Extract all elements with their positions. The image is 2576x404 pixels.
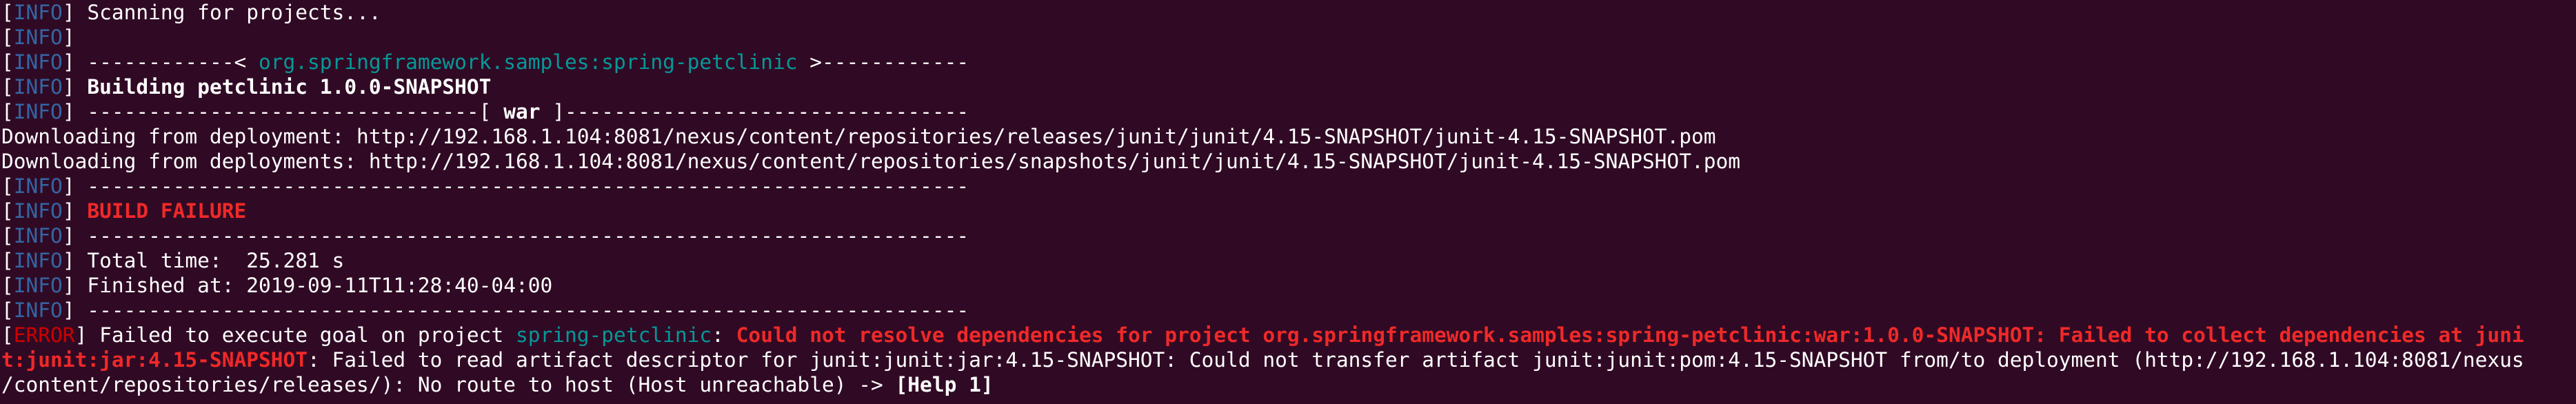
- separator-text: --------------------------------[: [74, 100, 504, 123]
- open-bracket: [: [1, 274, 14, 297]
- open-bracket: [: [1, 50, 14, 74]
- log-line: [INFO]: [0, 25, 2576, 50]
- close-bracket: ]: [62, 199, 75, 223]
- separator-text: ----------------------------------------…: [74, 224, 969, 248]
- separator-text: ]---------------------------------: [540, 100, 969, 123]
- open-bracket: [: [1, 299, 14, 322]
- close-bracket: ]: [62, 174, 75, 198]
- log-level-info: INFO: [13, 174, 63, 198]
- error-message: /content/repositories/releases/): No rou…: [1, 373, 896, 396]
- close-bracket: ]: [62, 274, 75, 297]
- total-time: Total time: 25.281 s: [74, 249, 345, 272]
- separator-text: ----------------------------------------…: [74, 299, 969, 322]
- close-bracket: ]: [62, 249, 75, 272]
- close-bracket: ]: [62, 50, 75, 74]
- download-line: Downloading from deployment: http://192.…: [0, 124, 2576, 149]
- error-detail: Could not resolve dependencies for proje…: [736, 323, 2524, 347]
- log-level-info: INFO: [13, 1, 63, 24]
- error-line-wrap: t:junit:jar:4.15-SNAPSHOT: Failed to rea…: [0, 347, 2576, 372]
- log-line: [INFO] BUILD FAILURE: [0, 199, 2576, 223]
- download-message: Downloading from deployments: http://192…: [1, 150, 1740, 173]
- close-bracket: ]: [62, 299, 75, 322]
- finished-at: Finished at: 2019-09-11T11:28:40-04:00: [74, 274, 553, 297]
- log-level-info: INFO: [13, 75, 63, 99]
- log-line: [INFO] Scanning for projects...: [0, 0, 2576, 25]
- open-bracket: [: [1, 1, 14, 24]
- open-bracket: [: [1, 100, 14, 123]
- log-level-info: INFO: [13, 199, 63, 223]
- log-level-info: INFO: [13, 100, 63, 123]
- close-bracket: ]: [62, 224, 75, 248]
- error-message: : Failed to read artifact descriptor for…: [308, 348, 2524, 372]
- error-line: [ERROR] Failed to execute goal on projec…: [0, 323, 2576, 347]
- error-message: :: [712, 323, 736, 347]
- artifact-id: org.springframework.samples:spring-petcl…: [259, 50, 798, 74]
- log-level-info: INFO: [13, 249, 63, 272]
- log-line: [INFO] ---------------------------------…: [0, 223, 2576, 248]
- log-level-error: ERROR: [13, 323, 75, 347]
- close-bracket: ]: [62, 1, 75, 24]
- log-level-info: INFO: [13, 224, 63, 248]
- separator-text: ----------------------------------------…: [74, 174, 969, 198]
- close-bracket: ]: [74, 323, 88, 347]
- log-line: [INFO] Total time: 25.281 s: [0, 248, 2576, 273]
- log-level-info: INFO: [13, 50, 63, 74]
- log-message: Scanning for projects...: [74, 1, 381, 24]
- download-line: Downloading from deployments: http://192…: [0, 149, 2576, 174]
- close-bracket: ]: [62, 75, 75, 99]
- terminal-window[interactable]: [INFO] Scanning for projects... [INFO] […: [0, 0, 2576, 404]
- log-line: [INFO] ---------------------------------…: [0, 174, 2576, 199]
- project-name: spring-petclinic: [515, 323, 712, 347]
- open-bracket: [: [1, 199, 14, 223]
- separator-text: >------------: [797, 50, 969, 74]
- error-message: Failed to execute goal on project: [87, 323, 516, 347]
- building-heading: Building petclinic 1.0.0-SNAPSHOT: [87, 75, 492, 99]
- log-level-info: INFO: [13, 299, 63, 322]
- separator-text: ------------<: [74, 50, 259, 74]
- close-bracket: ]: [62, 26, 75, 49]
- open-bracket: [: [1, 249, 14, 272]
- log-level-info: INFO: [13, 26, 63, 49]
- help-link[interactable]: [Help 1]: [896, 373, 994, 396]
- log-line: [INFO] ---------------------------------…: [0, 298, 2576, 323]
- log-line: [INFO] Building petclinic 1.0.0-SNAPSHOT: [0, 74, 2576, 99]
- open-bracket: [: [1, 174, 14, 198]
- error-line-wrap: /content/repositories/releases/): No rou…: [0, 372, 2576, 397]
- log-level-info: INFO: [13, 274, 63, 297]
- close-bracket: ]: [62, 100, 75, 123]
- error-detail: t:junit:jar:4.15-SNAPSHOT: [1, 348, 308, 372]
- open-bracket: [: [1, 75, 14, 99]
- open-bracket: [: [1, 323, 14, 347]
- log-spacer: [75, 75, 88, 99]
- packaging-type: war: [503, 100, 541, 123]
- log-spacer: [75, 199, 88, 223]
- open-bracket: [: [1, 224, 14, 248]
- open-bracket: [: [1, 26, 14, 49]
- log-line: [INFO] ------------< org.springframework…: [0, 50, 2576, 74]
- log-line: [INFO] Finished at: 2019-09-11T11:28:40-…: [0, 273, 2576, 298]
- download-message: Downloading from deployment: http://192.…: [1, 125, 1716, 148]
- build-failure-status: BUILD FAILURE: [87, 199, 247, 223]
- log-line: [INFO] --------------------------------[…: [0, 99, 2576, 124]
